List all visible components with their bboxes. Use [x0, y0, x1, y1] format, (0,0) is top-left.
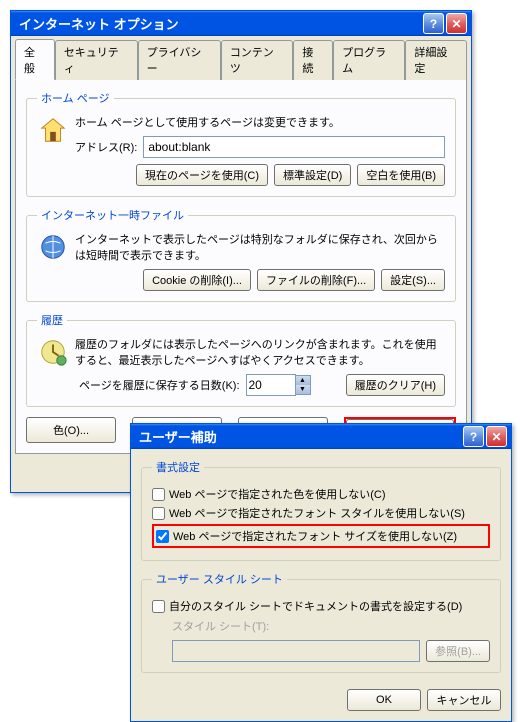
sub-window-title: ユーザー補助	[135, 427, 463, 446]
tempfiles-icon	[37, 231, 69, 263]
ignore-font-size-highlight: Web ページで指定されたフォント サイズを使用しない(Z)	[152, 524, 490, 548]
ignore-font-style-checkbox[interactable]	[152, 507, 165, 520]
spin-down[interactable]: ▼	[296, 385, 310, 394]
tab-security[interactable]: セキュリティ	[55, 40, 138, 80]
tempfiles-desc: インターネットで表示したページは特別なフォルダに保存され、次回からは短時間で表示…	[75, 231, 445, 263]
use-default-button[interactable]: 標準設定(D)	[274, 164, 351, 186]
use-stylesheet-checkbox[interactable]	[152, 600, 165, 613]
sub-cancel-button[interactable]: キャンセル	[427, 689, 501, 711]
tempfiles-legend: インターネット一時ファイル	[37, 207, 188, 223]
format-group: 書式設定 Web ページで指定された色を使用しない(C) Web ページで指定さ…	[141, 459, 501, 561]
tempfiles-settings-button[interactable]: 設定(S)...	[381, 269, 445, 291]
history-days-input[interactable]	[246, 374, 296, 396]
address-label: アドレス(R):	[75, 139, 137, 155]
use-stylesheet-label: 自分のスタイル シートでドキュメントの書式を設定する(D)	[169, 598, 462, 614]
titlebar: インターネット オプション ? ✕	[11, 11, 471, 36]
ignore-font-style-label: Web ページで指定されたフォント スタイルを使用しない(S)	[169, 505, 465, 521]
history-days-label: ページを履歴に保存する日数(K):	[79, 377, 240, 393]
browse-button: 参照(B)...	[426, 640, 490, 662]
use-current-button[interactable]: 現在のページを使用(C)	[136, 164, 268, 186]
homepage-group: ホーム ページ ホーム ページとして使用するページは変更できます。 アドレス(R…	[26, 90, 456, 197]
tab-privacy[interactable]: プライバシー	[138, 40, 221, 80]
help-button[interactable]: ?	[423, 13, 444, 34]
tab-content-area: ホーム ページ ホーム ページとして使用するページは変更できます。 アドレス(R…	[15, 79, 467, 454]
tab-content[interactable]: コンテンツ	[221, 40, 294, 80]
tab-connections[interactable]: 接続	[293, 40, 333, 80]
tempfiles-group: インターネット一時ファイル インターネットで表示したページは特別なフォルダに保存…	[26, 207, 456, 302]
use-blank-button[interactable]: 空白を使用(B)	[357, 164, 445, 186]
clear-history-button[interactable]: 履歴のクリア(H)	[346, 374, 445, 396]
colors-button[interactable]: 色(O)...	[26, 417, 116, 443]
delete-cookies-button[interactable]: Cookie の削除(I)...	[143, 269, 251, 291]
homepage-legend: ホーム ページ	[37, 90, 114, 106]
sub-close-button[interactable]: ✕	[486, 426, 507, 447]
spin-up[interactable]: ▲	[296, 376, 310, 385]
delete-files-button[interactable]: ファイルの削除(F)...	[257, 269, 375, 291]
stylesheet-path-input	[172, 640, 420, 662]
history-desc: 履歴のフォルダには表示したページへのリンクが含まれます。これを使用すると、最近表…	[75, 336, 445, 368]
close-button[interactable]: ✕	[446, 13, 467, 34]
sub-help-button[interactable]: ?	[463, 426, 484, 447]
sub-ok-button[interactable]: OK	[347, 689, 421, 711]
stylesheet-path-label: スタイル シート(T):	[172, 621, 269, 633]
tab-strip: 全般 セキュリティ プライバシー コンテンツ 接続 プログラム 詳細設定	[11, 36, 471, 80]
ignore-colors-label: Web ページで指定された色を使用しない(C)	[169, 486, 386, 502]
format-legend: 書式設定	[152, 459, 204, 475]
tab-advanced[interactable]: 詳細設定	[405, 40, 467, 80]
stylesheet-group: ユーザー スタイル シート 自分のスタイル シートでドキュメントの書式を設定する…	[141, 571, 501, 673]
internet-options-window: インターネット オプション ? ✕ 全般 セキュリティ プライバシー コンテンツ…	[10, 10, 472, 493]
ignore-font-size-checkbox[interactable]	[156, 530, 169, 543]
history-group: 履歴 履歴のフォルダには表示したページへのリンクが含まれます。これを使用すると、…	[26, 312, 456, 407]
ignore-font-size-label: Web ページで指定されたフォント サイズを使用しない(Z)	[173, 528, 457, 544]
homepage-icon	[37, 114, 69, 146]
accessibility-window: ユーザー補助 ? ✕ 書式設定 Web ページで指定された色を使用しない(C) …	[130, 423, 512, 722]
history-legend: 履歴	[37, 312, 67, 328]
ignore-colors-checkbox[interactable]	[152, 488, 165, 501]
homepage-desc: ホーム ページとして使用するページは変更できます。	[75, 114, 445, 130]
history-icon	[37, 336, 69, 368]
window-title: インターネット オプション	[15, 14, 423, 33]
tab-general[interactable]: 全般	[15, 39, 55, 80]
stylesheet-legend: ユーザー スタイル シート	[152, 571, 287, 587]
tab-programs[interactable]: プログラム	[333, 40, 405, 80]
address-input[interactable]	[143, 136, 445, 158]
sub-titlebar: ユーザー補助 ? ✕	[131, 424, 511, 449]
